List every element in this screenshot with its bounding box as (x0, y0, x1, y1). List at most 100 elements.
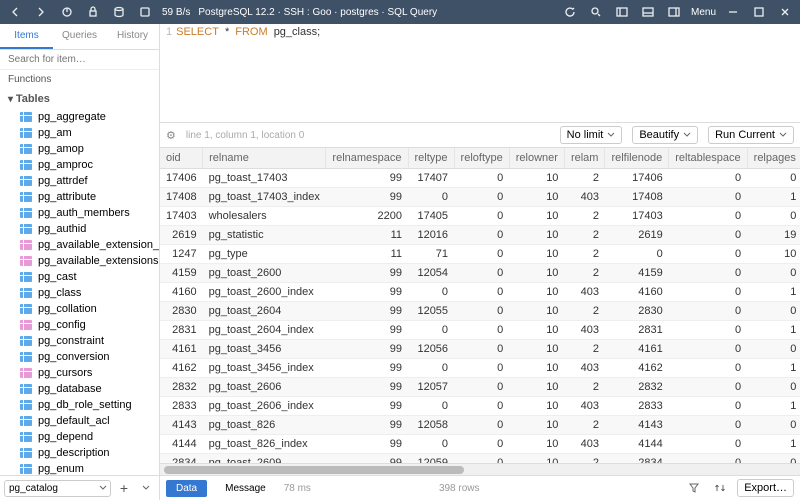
table-icon (20, 304, 32, 314)
col-header[interactable]: relname (203, 148, 326, 169)
table-item[interactable]: pg_authid (0, 221, 159, 237)
table-label: pg_cast (38, 271, 77, 283)
tab-message[interactable]: Message (215, 480, 276, 497)
table-row[interactable]: 17403wholesalers220017405010217403000 (160, 207, 800, 226)
col-header[interactable]: relowner (509, 148, 564, 169)
panel-bottom-icon[interactable] (639, 3, 657, 21)
nav-fwd-icon[interactable] (32, 3, 50, 21)
nav-back-icon[interactable] (6, 3, 24, 21)
table-item[interactable]: pg_database (0, 381, 159, 397)
row-count: 398 rows (439, 483, 480, 494)
table-item[interactable]: pg_db_role_setting (0, 397, 159, 413)
col-header[interactable]: reloftype (454, 148, 509, 169)
panel-left-icon[interactable] (613, 3, 631, 21)
power-icon[interactable] (58, 3, 76, 21)
table-label: pg_default_acl (38, 415, 110, 427)
close-icon[interactable] (776, 3, 794, 21)
sidebar-search-input[interactable] (0, 50, 159, 70)
table-tree[interactable]: pg_aggregatepg_ampg_amoppg_amprocpg_attr… (0, 109, 159, 475)
table-row[interactable]: 2834pg_toast_2609991205901022834000 (160, 454, 800, 464)
col-header[interactable]: reltablespace (669, 148, 747, 169)
table-item[interactable]: pg_collation (0, 301, 159, 317)
table-item[interactable]: pg_cast (0, 269, 159, 285)
database-icon[interactable] (110, 3, 128, 21)
lock-icon[interactable] (84, 3, 102, 21)
table-row[interactable]: 2832pg_toast_2606991205701022832000 (160, 378, 800, 397)
table-row[interactable]: 17408pg_toast_17403_index990010403174080… (160, 188, 800, 207)
add-button[interactable]: + (115, 479, 133, 497)
table-item[interactable]: pg_cursors (0, 365, 159, 381)
col-header[interactable]: relfilenode (605, 148, 669, 169)
maximize-icon[interactable] (750, 3, 768, 21)
settings-icon[interactable]: ⚙ (166, 129, 176, 142)
more-dropdown[interactable] (137, 479, 155, 497)
table-row[interactable]: 4161pg_toast_3456991205601024161000 (160, 340, 800, 359)
table-item[interactable]: pg_description (0, 445, 159, 461)
sql-icon[interactable] (136, 3, 154, 21)
menu-button[interactable]: Menu (691, 7, 716, 18)
titlebar: 59 B/s PostgreSQL 12.2 · SSH : Goo · pos… (0, 0, 800, 24)
table-row[interactable]: 2619pg_statistic111201601022619019422 (160, 226, 800, 245)
table-icon (20, 224, 32, 234)
table-item[interactable]: pg_auth_members (0, 205, 159, 221)
table-row[interactable]: 4160pg_toast_2600_index9900104034160010 (160, 283, 800, 302)
table-icon (20, 208, 32, 218)
table-item[interactable]: pg_config (0, 317, 159, 333)
table-row[interactable]: 2831pg_toast_2604_index9900104032831010 (160, 321, 800, 340)
table-item[interactable]: pg_aggregate (0, 109, 159, 125)
table-row[interactable]: 1247pg_type117101020010406 (160, 245, 800, 264)
sql-editor[interactable]: 1SELECT * FROM pg_class; (160, 24, 800, 122)
schema-select[interactable]: pg_catalog (4, 480, 111, 497)
table-row[interactable]: 4143pg_toast_826991205801024143000 (160, 416, 800, 435)
table-icon (20, 128, 32, 138)
table-item[interactable]: pg_available_extensions (0, 253, 159, 269)
table-row[interactable]: 17406pg_toast_174039917407010217406000 (160, 169, 800, 188)
table-item[interactable]: pg_constraint (0, 333, 159, 349)
minimize-icon[interactable] (724, 3, 742, 21)
table-label: pg_authid (38, 223, 86, 235)
table-row[interactable]: 2833pg_toast_2606_index9900104032833010 (160, 397, 800, 416)
section-functions[interactable]: Functions (0, 70, 159, 89)
table-row[interactable]: 4144pg_toast_826_index9900104034144010 (160, 435, 800, 454)
sidebar-tab-queries[interactable]: Queries (53, 24, 106, 49)
sidebar-tab-items[interactable]: Items (0, 24, 53, 49)
col-header[interactable]: oid (160, 148, 203, 169)
table-row[interactable]: 2830pg_toast_2604991205501022830000 (160, 302, 800, 321)
table-item[interactable]: pg_amproc (0, 157, 159, 173)
col-header[interactable]: relam (564, 148, 605, 169)
table-item[interactable]: pg_available_extension_version (0, 237, 159, 253)
horizontal-scrollbar[interactable] (160, 463, 800, 475)
sidebar-tab-history[interactable]: History (106, 24, 159, 49)
search-icon[interactable] (587, 3, 605, 21)
col-header[interactable]: relnamespace (326, 148, 408, 169)
table-label: pg_cursors (38, 367, 92, 379)
filter-icon[interactable] (685, 479, 703, 497)
section-tables[interactable]: ▾ Tables (0, 89, 159, 109)
sort-icon[interactable] (711, 479, 729, 497)
run-button[interactable]: Run Current (708, 126, 794, 144)
tab-data[interactable]: Data (166, 480, 207, 497)
table-icon (20, 176, 32, 186)
results-grid[interactable]: oidrelnamerelnamespacereltypereloftypere… (160, 148, 800, 463)
table-item[interactable]: pg_class (0, 285, 159, 301)
table-item[interactable]: pg_attribute (0, 189, 159, 205)
table-item[interactable]: pg_conversion (0, 349, 159, 365)
table-item[interactable]: pg_default_acl (0, 413, 159, 429)
table-item[interactable]: pg_attrdef (0, 173, 159, 189)
table-item[interactable]: pg_amop (0, 141, 159, 157)
col-header[interactable]: relpages (747, 148, 800, 169)
table-icon (20, 400, 32, 410)
table-label: pg_aggregate (38, 111, 106, 123)
table-item[interactable]: pg_enum (0, 461, 159, 475)
refresh-icon[interactable] (561, 3, 579, 21)
table-row[interactable]: 4159pg_toast_2600991205401024159000 (160, 264, 800, 283)
export-button[interactable]: Export… (737, 479, 794, 497)
panel-right-icon[interactable] (665, 3, 683, 21)
table-row[interactable]: 4162pg_toast_3456_index9900104034162010 (160, 359, 800, 378)
table-item[interactable]: pg_am (0, 125, 159, 141)
beautify-dropdown[interactable]: Beautify (632, 126, 698, 144)
table-label: pg_available_extension_version (38, 239, 159, 251)
col-header[interactable]: reltype (408, 148, 454, 169)
table-item[interactable]: pg_depend (0, 429, 159, 445)
limit-dropdown[interactable]: No limit (560, 126, 623, 144)
